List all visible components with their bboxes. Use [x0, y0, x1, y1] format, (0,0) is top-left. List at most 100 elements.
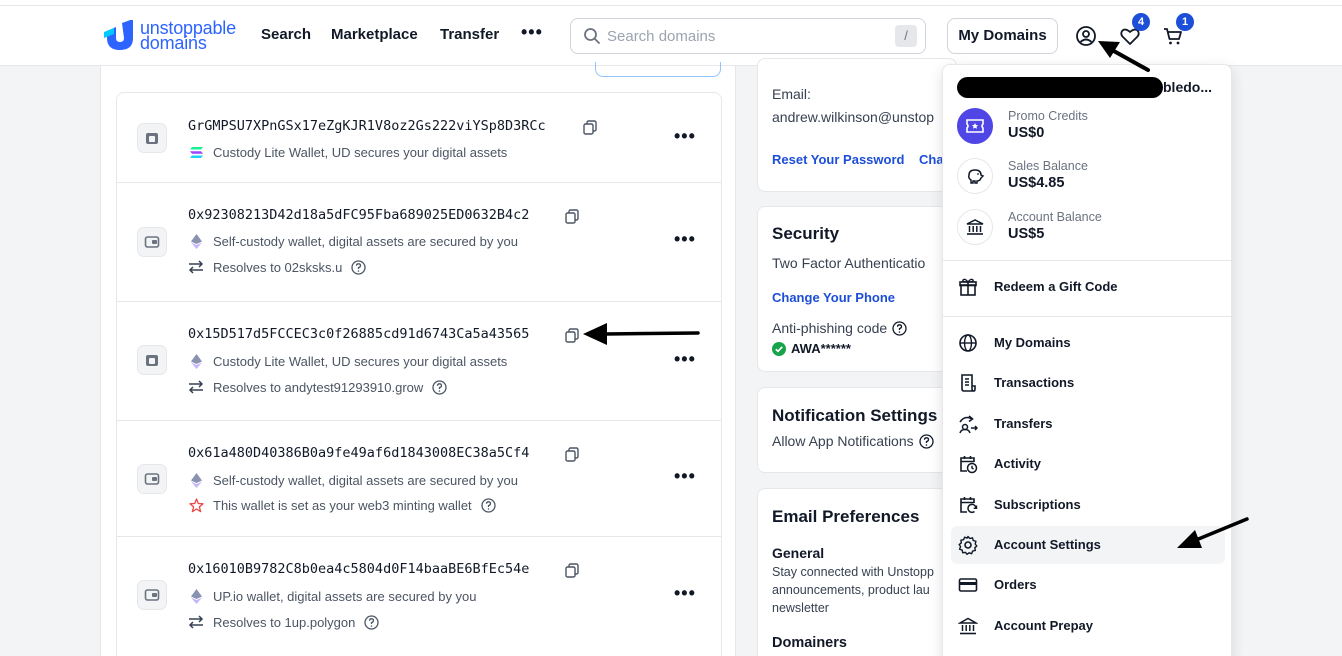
search-bar[interactable]: / — [570, 18, 926, 54]
divider — [943, 260, 1231, 261]
copy-icon[interactable] — [565, 447, 579, 462]
menu-item-subscriptions[interactable]: Subscriptions — [951, 486, 1225, 524]
calendar-refresh-icon — [960, 497, 978, 514]
solana-icon — [188, 144, 204, 160]
nav-transfer[interactable]: Transfer — [440, 26, 499, 43]
menu-item-label: My Domains — [994, 335, 1071, 350]
minting-wallet-text: This wallet is set as your web3 minting … — [213, 497, 472, 513]
copy-icon[interactable] — [565, 209, 579, 224]
swap-arrows-icon — [188, 614, 204, 630]
sales-balance-row: Sales Balance US$4.85 — [957, 156, 1219, 196]
menu-item-account-settings[interactable]: Account Settings — [951, 526, 1225, 564]
wallet-row: GrGMPSU7XPnGSx17eZgKJR1V8oz2Gs222viYSp8D… — [117, 93, 721, 183]
bank-icon — [958, 617, 978, 635]
general-title: General — [772, 545, 825, 561]
menu-item-label: Subscriptions — [994, 497, 1081, 512]
copy-icon[interactable] — [565, 563, 579, 578]
sales-balance-value: US$4.85 — [1008, 175, 1065, 191]
help-icon[interactable] — [892, 320, 907, 336]
wallet-address: GrGMPSU7XPnGSx17eZgKJR1V8oz2Gs222viYSp8D… — [188, 118, 546, 134]
menu-item-account-prepay[interactable]: Account Prepay — [951, 607, 1225, 645]
help-icon[interactable] — [351, 259, 366, 275]
allow-app-notifications-label: Allow App Notifications — [772, 433, 914, 449]
account-email-card: Email: andrew.wilkinson@unstop Reset You… — [757, 58, 957, 192]
reset-password-link[interactable]: Reset Your Password — [772, 152, 904, 167]
wallet-row: 0x92308213D42d18a5dFC95Fba689025ED0632B4… — [117, 183, 721, 302]
nav-more-button[interactable]: ••• — [521, 22, 543, 43]
self-custody-wallet-avatar-icon — [137, 464, 167, 494]
calendar-clock-icon — [960, 456, 978, 474]
bank-icon — [957, 209, 993, 245]
my-domains-button[interactable]: My Domains — [947, 18, 1058, 54]
general-description-line: Stay connected with Unstopp — [772, 565, 934, 579]
help-icon[interactable] — [481, 497, 496, 513]
ethereum-icon — [188, 233, 204, 249]
redeem-gift-code-item[interactable]: Redeem a Gift Code — [951, 268, 1225, 306]
help-icon[interactable] — [432, 379, 447, 395]
help-icon[interactable] — [364, 614, 380, 630]
menu-item-label: Transfers — [994, 416, 1053, 431]
wallet-menu-button[interactable]: ••• — [674, 126, 696, 147]
copy-icon[interactable] — [583, 120, 597, 135]
wallet-menu-button[interactable]: ••• — [674, 583, 696, 604]
promo-credits-row: Promo Credits US$0 — [957, 106, 1219, 146]
transfer-icon — [959, 415, 978, 434]
logo[interactable]: unstoppable domains — [102, 19, 236, 53]
domainers-title: Domainers — [772, 635, 847, 651]
wallet-type-text: Self-custody wallet, digital assets are … — [213, 472, 518, 488]
menu-item-orders[interactable]: Orders — [951, 566, 1225, 604]
search-shortcut-key: / — [895, 25, 917, 47]
menu-item-my-domains[interactable]: My Domains — [951, 324, 1225, 362]
email-label: Email: — [772, 86, 811, 102]
nav-search[interactable]: Search — [261, 26, 311, 43]
wallet-type-text: UP.io wallet, digital assets are secured… — [213, 588, 477, 604]
redeem-gift-code-label: Redeem a Gift Code — [994, 279, 1118, 294]
partial-top-button[interactable] — [595, 62, 721, 77]
globe-icon — [959, 334, 977, 352]
star-icon — [188, 497, 204, 513]
ethereum-icon — [188, 353, 204, 369]
favorites-badge: 4 — [1132, 13, 1150, 31]
wallet-address: 0x16010B9782C8b0ea4c5804d0F14baaBE6BfEc5… — [188, 561, 530, 577]
account-balance-label: Account Balance — [1008, 210, 1102, 224]
anti-phishing-value: AWA****** — [791, 341, 851, 356]
wallet-type-text: Custody Lite Wallet, UD secures your dig… — [213, 144, 508, 160]
top-header: unstoppable domains Search Marketplace T… — [0, 6, 1342, 66]
search-icon — [584, 28, 600, 44]
promo-credits-label: Promo Credits — [1008, 109, 1088, 123]
wallet-address: 0x92308213D42d18a5dFC95Fba689025ED0632B4… — [188, 207, 530, 223]
custody-wallet-avatar-icon — [137, 345, 167, 375]
email-preferences-card: Email Preferences General Stay connected… — [757, 488, 957, 656]
wallet-type-text: Self-custody wallet, digital assets are … — [213, 233, 518, 249]
email-preferences-title: Email Preferences — [772, 507, 920, 526]
menu-item-activity[interactable]: Activity — [951, 445, 1225, 483]
change-phone-link[interactable]: Change Your Phone — [772, 290, 895, 305]
copy-icon[interactable] — [565, 328, 579, 343]
custody-wallet-avatar-icon — [137, 123, 167, 153]
account-icon[interactable] — [1075, 25, 1097, 47]
logo-text-line2: domains — [140, 33, 207, 53]
wallet-menu-button[interactable]: ••• — [674, 229, 696, 250]
search-input[interactable] — [607, 26, 887, 46]
email-value: andrew.wilkinson@unstop — [772, 109, 935, 125]
security-title: Security — [772, 224, 840, 243]
help-icon[interactable] — [918, 433, 934, 449]
username-tail: bledo... — [1163, 79, 1212, 95]
account-dropdown-menu: bledo... Promo Credits US$0 Sales Balanc… — [942, 64, 1232, 656]
wallet-menu-button[interactable]: ••• — [674, 466, 696, 487]
menu-item-transfers[interactable]: Transfers — [951, 405, 1225, 443]
wallet-menu-button[interactable]: ••• — [674, 349, 696, 370]
receipt-icon — [961, 374, 976, 392]
promo-credits-value: US$0 — [1008, 125, 1045, 141]
wallet-row: 0x61a480D40386B0a9fe49af6d1843008EC38a5C… — [117, 421, 721, 537]
cart-badge: 1 — [1176, 13, 1194, 31]
menu-item-label: Account Settings — [994, 537, 1101, 552]
change-link[interactable]: Cha — [919, 152, 944, 167]
menu-item-transactions[interactable]: Transactions — [951, 364, 1225, 402]
wallet-row: 0x15D517d5FCCEC3c0f26885cd91d6743Ca5a435… — [117, 302, 721, 421]
nav-marketplace[interactable]: Marketplace — [331, 26, 418, 43]
anti-phishing-label: Anti-phishing code — [772, 320, 888, 336]
swap-arrows-icon — [188, 259, 204, 275]
self-custody-wallet-avatar-icon — [137, 227, 167, 257]
promo-ticket-icon — [957, 108, 993, 144]
